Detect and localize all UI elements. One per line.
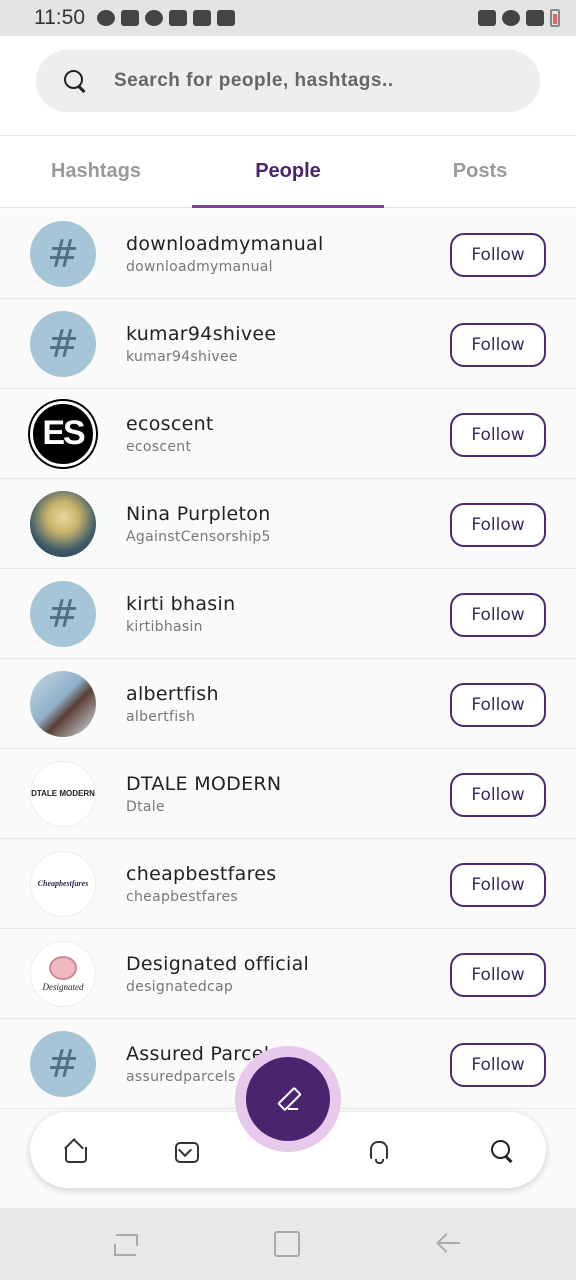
follow-button[interactable]: Follow [450, 593, 546, 637]
profile-avatar [30, 670, 96, 737]
search-input[interactable]: Search for people, hashtags.. [36, 50, 540, 112]
pen-icon [276, 1087, 300, 1111]
follow-button[interactable]: Follow [450, 863, 546, 907]
user-name: DTALE MODERN [126, 772, 282, 795]
inbox-icon[interactable] [174, 1139, 199, 1163]
list-item[interactable]: albertfish albertfish Follow [0, 659, 576, 749]
user-name: cheapbestfares [126, 862, 277, 885]
user-name: Nina Purpleton [126, 502, 271, 525]
follow-button[interactable]: Follow [450, 503, 546, 547]
mute-icon [478, 10, 496, 26]
user-info: kirti bhasin kirtibhasin [126, 593, 235, 635]
user-name: kumar94shivee [126, 322, 277, 345]
list-item[interactable]: # kirti bhasin kirtibhasin Follow [0, 569, 576, 659]
battery-icon [550, 9, 560, 27]
hashtag-avatar: # [30, 310, 96, 377]
user-handle: Dtale [126, 798, 165, 815]
app-icon [169, 10, 187, 26]
user-info: downloadmymanual downloadmymanual [126, 233, 324, 275]
user-info: cheapbestfares cheapbestfares [126, 863, 277, 905]
hashtag-avatar: # [30, 1030, 96, 1097]
signal-icon [526, 10, 544, 26]
home-icon[interactable] [62, 1139, 87, 1163]
user-handle: cheapbestfares [126, 888, 238, 905]
calendar-icon [217, 10, 235, 26]
recents-icon[interactable] [112, 1230, 138, 1256]
follow-button[interactable]: Follow [450, 323, 546, 367]
user-handle: designatedcap [126, 978, 234, 995]
designated-logo-avatar: Designated [30, 940, 96, 1007]
search-icon [62, 68, 88, 94]
user-handle: kumar94shivee [126, 348, 238, 365]
list-item[interactable]: Cheapbestfares cheapbestfares cheapbestf… [0, 839, 576, 929]
dtale-logo-avatar: DTALE MODERN [30, 760, 96, 827]
bell-icon[interactable] [366, 1139, 390, 1164]
user-name: Designated official [126, 952, 310, 975]
messenger-icon [97, 10, 115, 26]
list-item[interactable]: DTALE MODERN DTALE MODERN Dtale Follow [0, 749, 576, 839]
user-info: Nina Purpleton AgainstCensorship5 [126, 503, 271, 545]
hashtag-avatar: # [30, 220, 96, 287]
user-info: albertfish albertfish [126, 683, 219, 725]
search-placeholder: Search for people, hashtags.. [114, 70, 394, 91]
list-item[interactable]: Designated Designated official designate… [0, 929, 576, 1019]
user-handle: ecoscent [126, 438, 192, 455]
tab-posts[interactable]: Posts [384, 136, 576, 207]
follow-button[interactable]: Follow [450, 683, 546, 727]
user-info: ecoscent ecoscent [126, 413, 214, 455]
weather-icon [145, 10, 163, 26]
user-name: kirti bhasin [126, 592, 236, 615]
user-handle: downloadmymanual [126, 258, 273, 275]
user-info: DTALE MODERN Dtale [126, 773, 281, 815]
user-handle: albertfish [126, 708, 196, 725]
back-icon[interactable] [434, 1230, 460, 1256]
hashtag-avatar: # [30, 580, 96, 647]
list-item[interactable]: Nina Purpleton AgainstCensorship5 Follow [0, 479, 576, 569]
tab-people[interactable]: People [192, 136, 384, 208]
tab-bar: Hashtags People Posts [0, 136, 576, 208]
list-item[interactable]: # downloadmymanual downloadmymanual Foll… [0, 209, 576, 299]
profile-avatar [30, 490, 96, 557]
system-home-icon[interactable] [273, 1230, 300, 1257]
list-item[interactable]: # kumar94shivee kumar94shivee Follow [0, 299, 576, 389]
wifi-icon [502, 10, 520, 26]
cheapbestfares-logo-avatar: Cheapbestfares [30, 850, 96, 917]
status-time: 11:50 [34, 6, 85, 29]
user-info: Designated official designatedcap [126, 953, 309, 995]
system-nav-bar [0, 1208, 576, 1280]
follow-button[interactable]: Follow [450, 233, 546, 277]
system-icons [478, 9, 560, 27]
search-icon[interactable] [490, 1139, 514, 1163]
ecoscent-logo-avatar: ES [30, 400, 96, 467]
user-name: downloadmymanual [126, 232, 324, 255]
list-item[interactable]: ES ecoscent ecoscent Follow [0, 389, 576, 479]
user-handle: AgainstCensorship5 [126, 528, 271, 545]
user-info: kumar94shivee kumar94shivee [126, 323, 276, 365]
follow-button[interactable]: Follow [450, 953, 546, 997]
user-name: ecoscent [126, 412, 214, 435]
image-icon [193, 10, 211, 26]
status-bar: 11:50 [0, 0, 576, 36]
cap-icon [49, 955, 77, 980]
follow-button[interactable]: Follow [450, 1043, 546, 1087]
compose-button[interactable] [246, 1057, 330, 1141]
search-header: Search for people, hashtags.. [0, 36, 576, 136]
user-name: Assured Parcel [126, 1042, 270, 1065]
follow-button[interactable]: Follow [450, 413, 546, 457]
people-list: # downloadmymanual downloadmymanual Foll… [0, 209, 576, 1109]
tab-hashtags[interactable]: Hashtags [0, 136, 192, 207]
user-name: albertfish [126, 682, 219, 705]
logo-text: Designated [42, 981, 84, 992]
user-handle: kirtibhasin [126, 618, 203, 635]
notification-icons [97, 10, 235, 26]
gmail-icon [121, 10, 139, 26]
follow-button[interactable]: Follow [450, 773, 546, 817]
